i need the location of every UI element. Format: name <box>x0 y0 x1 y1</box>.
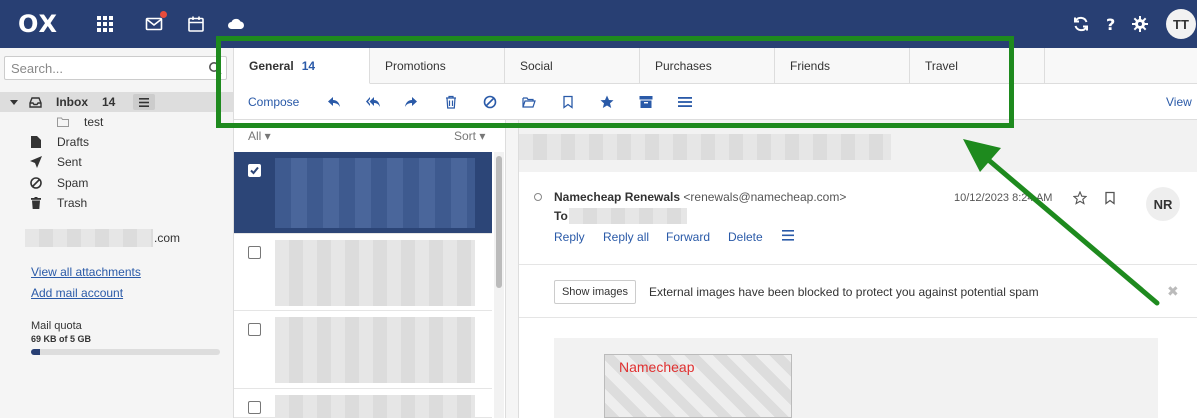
pane-divider[interactable] <box>505 120 519 418</box>
sender-avatar: NR <box>1146 187 1180 221</box>
mail-quota-value: 69 KB of 5 GB <box>31 334 92 344</box>
search-box[interactable] <box>4 56 227 80</box>
reply-all-button[interactable]: Reply all <box>603 230 649 244</box>
redacted-recipient <box>569 208 687 224</box>
message-body: Namecheap <box>554 338 1158 418</box>
calendar-icon[interactable] <box>186 14 206 34</box>
folder-label: Inbox <box>56 95 88 109</box>
help-icon[interactable]: ? <box>1101 14 1121 34</box>
svg-text:?: ? <box>1106 15 1115 33</box>
view-attachments-link[interactable]: View all attachments <box>31 265 141 279</box>
list-item[interactable] <box>234 234 492 311</box>
redacted-mail-preview <box>275 395 475 418</box>
folder-test[interactable]: test <box>0 112 234 132</box>
file-icon <box>29 135 43 149</box>
account-domain: .com <box>154 231 181 245</box>
folder-label: test <box>84 115 104 129</box>
sender-name[interactable]: Namecheap Renewals <box>554 190 680 204</box>
unread-dot <box>160 11 167 18</box>
redacted-mail-preview <box>275 240 475 306</box>
folder-spam[interactable]: Spam <box>0 173 234 193</box>
forward-button[interactable]: Forward <box>666 230 710 244</box>
mail-quota-bar <box>31 349 220 355</box>
menu-icon <box>139 97 149 107</box>
folder-sent[interactable]: Sent <box>0 152 234 172</box>
folder-inbox[interactable]: Inbox 14 <box>0 92 234 112</box>
folder-drafts[interactable]: Drafts <box>0 132 234 152</box>
read-status-icon[interactable] <box>534 193 542 201</box>
blocked-images-banner: Show images External images have been bl… <box>519 264 1197 318</box>
inbox-icon <box>28 95 42 109</box>
folder-label: Trash <box>57 196 88 210</box>
folder-label: Drafts <box>57 135 90 149</box>
blocked-image-placeholder: Namecheap <box>604 354 792 418</box>
checkbox[interactable] <box>248 164 261 177</box>
show-images-button[interactable]: Show images <box>554 280 636 304</box>
view-menu-button[interactable]: View <box>1166 95 1192 109</box>
folder-menu-button[interactable] <box>133 94 155 110</box>
flag-icon[interactable] <box>1103 191 1117 205</box>
message-date: 10/12/2023 8:24 AM <box>954 192 1053 204</box>
checkbox[interactable] <box>248 246 261 259</box>
folder-trash[interactable]: Trash <box>0 193 234 213</box>
mail-quota-label: Mail quota <box>31 320 82 332</box>
send-icon <box>29 155 43 169</box>
scrollbar-thumb[interactable] <box>496 156 502 288</box>
message-view: Namecheap Renewals <renewals@namecheap.c… <box>519 172 1197 418</box>
redacted-mail-preview <box>275 158 475 228</box>
list-item[interactable] <box>234 389 492 418</box>
checkbox[interactable] <box>248 323 261 336</box>
gear-icon[interactable] <box>1130 14 1150 34</box>
mail-quota-fill <box>31 349 41 355</box>
check-icon <box>250 166 259 175</box>
folder-label: Sent <box>57 155 82 169</box>
add-mail-account-link[interactable]: Add mail account <box>31 286 123 300</box>
unread-count: 14 <box>102 95 116 109</box>
folder-sidebar: Inbox 14 test Drafts Sent Spam Trash <box>0 48 234 418</box>
close-icon[interactable]: ✖ <box>1167 283 1179 300</box>
delete-button[interactable]: Delete <box>728 230 763 244</box>
select-all-dropdown[interactable]: All ▾ <box>248 129 271 143</box>
image-alt-text: Namecheap <box>619 359 695 375</box>
reply-button[interactable]: Reply <box>554 230 585 244</box>
list-item[interactable] <box>234 152 492 234</box>
redacted-mail-preview <box>275 317 475 383</box>
cloud-icon[interactable] <box>226 14 246 34</box>
to-label: To <box>554 209 568 223</box>
folder-label: Spam <box>57 176 89 190</box>
sender: Namecheap Renewals <renewals@namecheap.c… <box>554 190 846 204</box>
ox-logo[interactable]: OX <box>18 10 58 38</box>
user-avatar[interactable]: TT <box>1166 9 1196 39</box>
highlight-box <box>216 36 1014 128</box>
list-item[interactable] <box>234 311 492 389</box>
more-actions-icon[interactable] <box>782 230 794 241</box>
account-name-redacted <box>25 229 153 247</box>
sender-email: <renewals@namecheap.com> <box>683 190 847 204</box>
mail-list-scrollbar[interactable] <box>494 152 504 418</box>
refresh-icon[interactable] <box>1071 14 1091 34</box>
folder-icon <box>56 115 70 129</box>
caret-down-icon[interactable] <box>10 98 18 106</box>
ban-icon <box>29 176 43 190</box>
checkbox[interactable] <box>248 401 261 414</box>
sort-dropdown[interactable]: Sort ▾ <box>454 129 485 143</box>
trash-icon <box>29 196 43 210</box>
apps-grid-icon[interactable] <box>95 14 115 34</box>
redacted-subject <box>519 134 891 160</box>
search-input[interactable] <box>5 57 195 79</box>
blocked-images-text: External images have been blocked to pro… <box>649 285 1039 299</box>
star-icon[interactable] <box>1073 191 1087 205</box>
